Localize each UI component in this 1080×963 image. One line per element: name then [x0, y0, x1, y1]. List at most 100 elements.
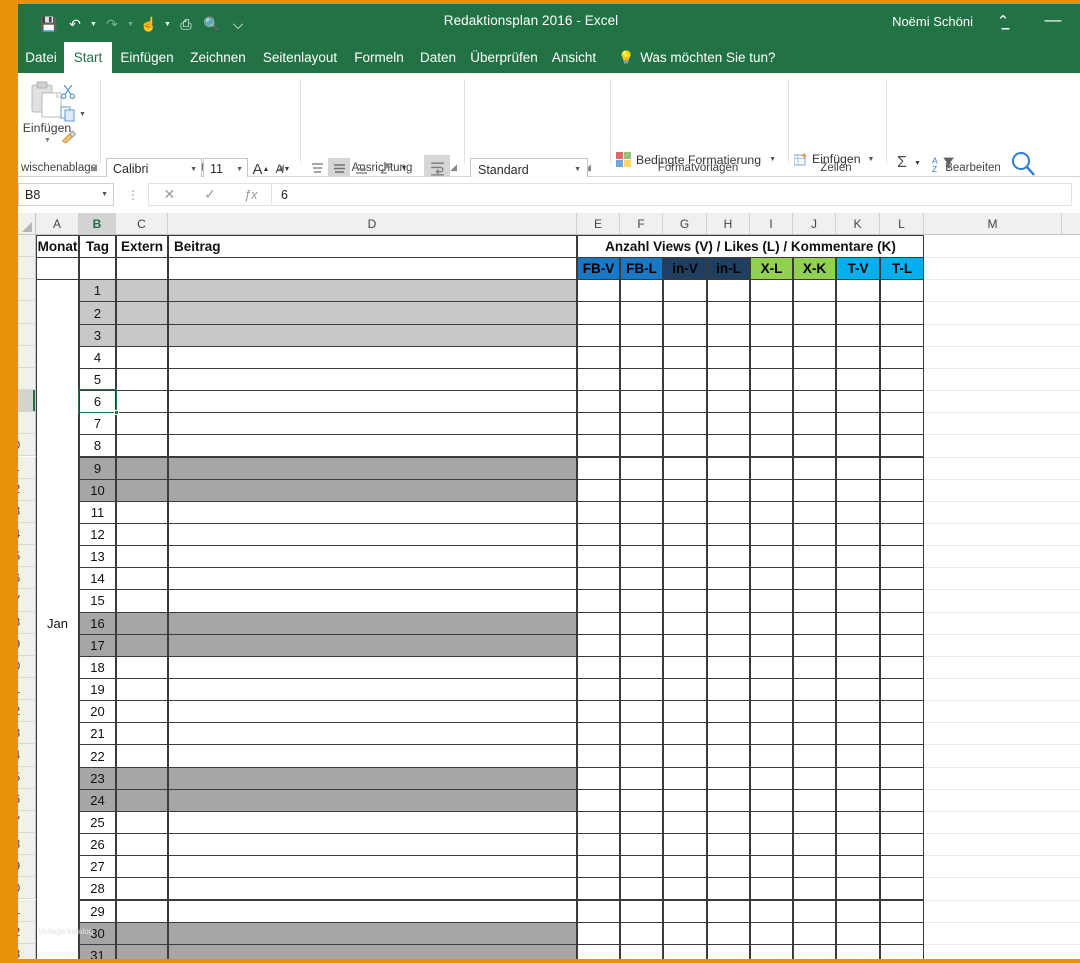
- cell-I19[interactable]: [750, 633, 793, 657]
- formula-input[interactable]: 6: [272, 183, 1072, 206]
- cell-F10[interactable]: [620, 434, 663, 458]
- cell-L5[interactable]: [880, 323, 924, 347]
- sort-filter-icon[interactable]: A Z: [932, 151, 956, 177]
- cell-E10[interactable]: [577, 434, 620, 458]
- paste-caret-icon[interactable]: ▼: [44, 137, 51, 144]
- cell-J12[interactable]: [793, 478, 836, 502]
- cell-L7[interactable]: [880, 367, 924, 392]
- cell-G15[interactable]: [663, 545, 707, 569]
- cell-extern-10[interactable]: [116, 478, 168, 502]
- row-header-8[interactable]: 8: [18, 390, 36, 413]
- cell-beitrag-16[interactable]: [168, 611, 577, 635]
- cell-extern-24[interactable]: [116, 788, 168, 812]
- cell-beitrag-3[interactable]: [168, 323, 577, 347]
- metric-header-inl[interactable]: in-L: [707, 257, 750, 281]
- cell-K3[interactable]: [836, 279, 880, 303]
- cell-E28[interactable]: [577, 833, 620, 857]
- cell-H18[interactable]: [707, 611, 750, 635]
- cell-F18[interactable]: [620, 611, 663, 635]
- cell-K26[interactable]: [836, 788, 880, 812]
- cell-I29[interactable]: [750, 855, 793, 879]
- cell-F14[interactable]: [620, 522, 663, 547]
- cell-E18[interactable]: [577, 611, 620, 635]
- row-header-33[interactable]: 33: [18, 943, 36, 959]
- chevron-down-icon[interactable]: ▼: [190, 166, 197, 173]
- cell-K20[interactable]: [836, 655, 880, 679]
- cell-L10[interactable]: [880, 434, 924, 458]
- cell-I28[interactable]: [750, 833, 793, 857]
- copy-caret-icon[interactable]: ▼: [79, 111, 86, 118]
- cell-F9[interactable]: [620, 412, 663, 436]
- row-header-28[interactable]: 28: [18, 833, 36, 856]
- cell-J21[interactable]: [793, 678, 836, 702]
- cell-F19[interactable]: [620, 633, 663, 657]
- cell-G33[interactable]: [663, 943, 707, 959]
- cell-L31[interactable]: [880, 899, 924, 923]
- cell-K4[interactable]: [836, 301, 880, 325]
- row-header-19[interactable]: 19: [18, 633, 36, 656]
- cell-day-8[interactable]: 8: [79, 434, 116, 458]
- cell-L29[interactable]: [880, 855, 924, 879]
- cell-J19[interactable]: [793, 633, 836, 657]
- cell-H25[interactable]: [707, 766, 750, 790]
- cell-I23[interactable]: [750, 722, 793, 746]
- cell-beitrag-18[interactable]: [168, 655, 577, 679]
- cell-J20[interactable]: [793, 655, 836, 679]
- cell-J8[interactable]: [793, 390, 836, 414]
- autosum-button[interactable]: Σ: [892, 153, 912, 173]
- cell-I13[interactable]: [750, 500, 793, 524]
- cell-H19[interactable]: [707, 633, 750, 657]
- cell-I14[interactable]: [750, 522, 793, 547]
- cell-I18[interactable]: [750, 611, 793, 635]
- cell-H5[interactable]: [707, 323, 750, 347]
- cell-I26[interactable]: [750, 788, 793, 812]
- autosum-caret-icon[interactable]: ▼: [912, 153, 923, 173]
- cell-J27[interactable]: [793, 810, 836, 835]
- cell-G11[interactable]: [663, 456, 707, 480]
- cell-K22[interactable]: [836, 700, 880, 724]
- cell-B2[interactable]: [79, 257, 116, 281]
- insert-function-icon[interactable]: ƒx: [230, 184, 271, 205]
- cell-L11[interactable]: [880, 456, 924, 480]
- row-header-4[interactable]: 4: [18, 301, 36, 324]
- cell-I3[interactable]: [750, 279, 793, 303]
- orientation-caret-icon[interactable]: ▼: [398, 158, 410, 179]
- cell-K21[interactable]: [836, 678, 880, 702]
- cell-beitrag-21[interactable]: [168, 722, 577, 746]
- cell-F16[interactable]: [620, 567, 663, 591]
- cell-J33[interactable]: [793, 943, 836, 959]
- metric-header-xk[interactable]: X-K: [793, 257, 836, 281]
- cell-extern-20[interactable]: [116, 700, 168, 724]
- tab-ansicht[interactable]: Ansicht: [544, 42, 604, 73]
- row-header-20[interactable]: 20: [18, 655, 36, 678]
- cell-F24[interactable]: [620, 744, 663, 768]
- cell-E13[interactable]: [577, 500, 620, 524]
- cell-G17[interactable]: [663, 589, 707, 613]
- cell-J5[interactable]: [793, 323, 836, 347]
- cell-E32[interactable]: [577, 921, 620, 945]
- cell-F20[interactable]: [620, 655, 663, 679]
- cell-J13[interactable]: [793, 500, 836, 524]
- cell-K9[interactable]: [836, 412, 880, 436]
- cell-beitrag-20[interactable]: [168, 700, 577, 724]
- name-box[interactable]: B8 ▼: [18, 183, 114, 206]
- cell-L24[interactable]: [880, 744, 924, 768]
- metric-header-tv[interactable]: T-V: [836, 257, 880, 281]
- cell-beitrag-27[interactable]: [168, 855, 577, 879]
- cell-day-9[interactable]: 9: [79, 456, 116, 480]
- cell-day-7[interactable]: 7: [79, 412, 116, 436]
- cell-H17[interactable]: [707, 589, 750, 613]
- cell-beitrag-4[interactable]: [168, 345, 577, 369]
- cell-E19[interactable]: [577, 633, 620, 657]
- cell-E23[interactable]: [577, 722, 620, 746]
- metric-header-xl[interactable]: X-L: [750, 257, 793, 281]
- cell-G19[interactable]: [663, 633, 707, 657]
- cell-J32[interactable]: [793, 921, 836, 945]
- cell-H4[interactable]: [707, 301, 750, 325]
- cell-day-25[interactable]: 25: [79, 810, 116, 835]
- cell-L12[interactable]: [880, 478, 924, 502]
- cell-L16[interactable]: [880, 567, 924, 591]
- cell-G32[interactable]: [663, 921, 707, 945]
- cell-I12[interactable]: [750, 478, 793, 502]
- cell-G23[interactable]: [663, 722, 707, 746]
